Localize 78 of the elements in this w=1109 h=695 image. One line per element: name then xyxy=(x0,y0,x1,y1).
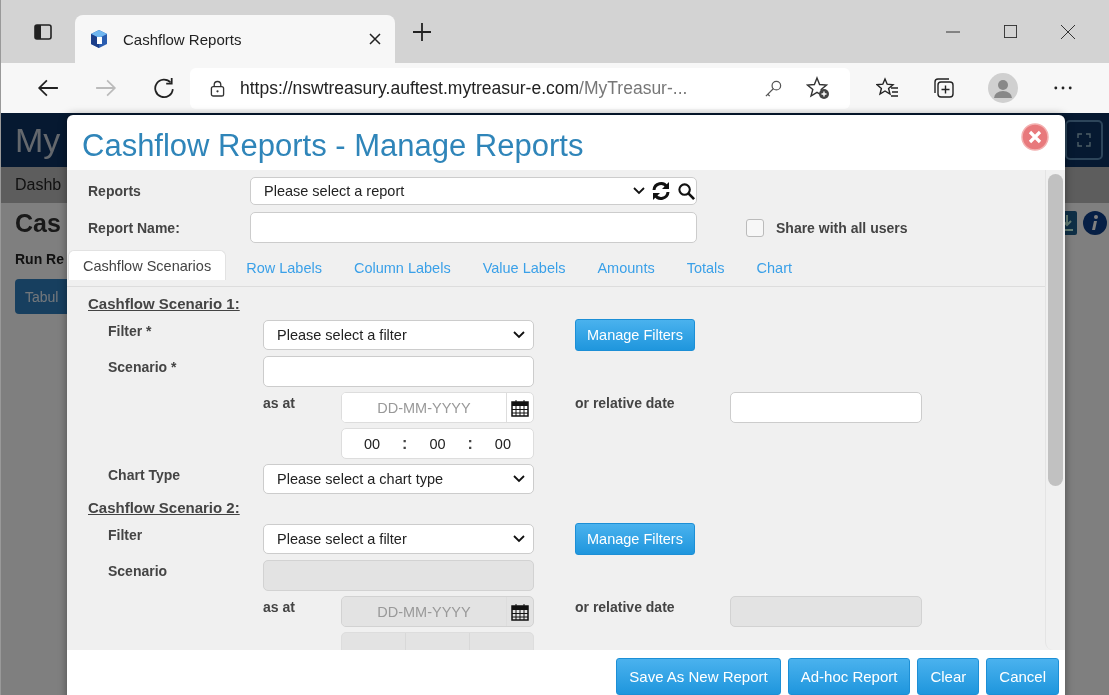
lock-icon[interactable] xyxy=(210,79,225,97)
nav-link[interactable]: Dashb xyxy=(15,176,62,194)
field-label: Filter xyxy=(108,526,144,543)
plus-icon[interactable] xyxy=(413,22,431,41)
expand-icon xyxy=(1077,133,1091,147)
time-field[interactable]: 00 : 00 : 00 xyxy=(341,428,534,459)
minimize-icon[interactable] xyxy=(946,30,960,33)
chart-type-select[interactable]: Please select a chart type xyxy=(263,464,534,494)
scrollbar-thumb[interactable] xyxy=(1048,174,1063,486)
browser-tab[interactable]: Cashflow Reports xyxy=(75,15,395,63)
report-select[interactable]: Please select a report xyxy=(250,177,697,205)
search-icon[interactable] xyxy=(677,181,696,201)
field-label: Scenario * xyxy=(108,358,178,375)
share-checkbox[interactable] xyxy=(746,218,764,237)
seconds-field[interactable]: 00 xyxy=(472,435,533,452)
field-label: Reports xyxy=(88,183,142,199)
filter-select[interactable]: Please select a filter xyxy=(263,524,534,554)
chevron-down-icon xyxy=(633,187,645,195)
date-field[interactable]: DD-MM-YYYY xyxy=(341,392,534,423)
refresh-icon[interactable] xyxy=(651,181,671,201)
star-plus-icon[interactable] xyxy=(806,76,830,100)
url-text: https://nswtreasury.auftest.mytreasur-e.com/MyTreasur-... xyxy=(240,77,689,99)
filter-select[interactable]: Please select a filter xyxy=(263,320,534,350)
field-label: Scenario xyxy=(108,562,169,579)
collections-icon[interactable] xyxy=(932,76,956,100)
tab[interactable]: Chart xyxy=(740,250,809,286)
address-field[interactable]: https://nswtreasury.auftest.mytreasur-e.com/MyTreasur-... xyxy=(190,67,850,109)
footer-button[interactable]: Cancel xyxy=(986,658,1059,695)
cube-icon xyxy=(89,29,109,49)
field-label: or relative date xyxy=(575,598,676,615)
maximize-icon[interactable] xyxy=(1004,25,1017,38)
checkbox-label: Share with all users xyxy=(776,219,908,236)
info-icon[interactable] xyxy=(1083,211,1107,235)
sidebar-icon[interactable] xyxy=(33,21,53,42)
tab[interactable]: Cashflow Scenarios xyxy=(68,250,227,280)
field-label: or relative date xyxy=(575,394,676,411)
field-label: as at xyxy=(263,394,296,411)
time-separator: : xyxy=(467,434,473,453)
forward-arrow-icon xyxy=(95,77,117,99)
key-icon[interactable] xyxy=(764,78,783,98)
favorites-icon[interactable] xyxy=(876,76,900,100)
chevron-down-icon xyxy=(513,475,525,483)
footer-button[interactable]: Clear xyxy=(917,658,980,695)
scrollbar[interactable] xyxy=(1045,170,1065,650)
tab[interactable]: Row Labels xyxy=(230,250,338,286)
refresh-icon[interactable] xyxy=(153,77,175,99)
brand-text: My xyxy=(15,120,61,160)
tab[interactable]: Value Labels xyxy=(466,250,582,286)
relative-date-field[interactable] xyxy=(730,392,922,423)
tab[interactable]: Totals xyxy=(670,250,741,286)
back-arrow-icon[interactable] xyxy=(37,77,59,99)
close-icon[interactable] xyxy=(1061,24,1075,39)
field-label: Chart Type xyxy=(108,466,182,483)
footer-button[interactable]: Save As New Report xyxy=(616,658,781,695)
manage-filters-button[interactable]: Manage Filters xyxy=(575,319,695,351)
time-separator: : xyxy=(402,434,408,453)
minutes-field[interactable]: 00 xyxy=(407,435,468,452)
field-label: as at xyxy=(263,598,296,615)
section-heading: Cashflow Scenario 2: xyxy=(88,499,241,516)
profile-avatar-icon[interactable] xyxy=(988,73,1018,103)
manage-filters-button[interactable]: Manage Filters xyxy=(575,523,695,555)
more-icon[interactable] xyxy=(1054,86,1072,90)
close-icon[interactable] xyxy=(369,33,381,45)
footer-button[interactable]: Ad-hoc Report xyxy=(787,658,911,695)
chevron-down-icon xyxy=(513,535,525,543)
hours-field[interactable]: 00 xyxy=(342,435,403,452)
field-label: Report Name: xyxy=(88,219,181,236)
field-label: Filter * xyxy=(108,322,153,339)
tab-title: Cashflow Reports xyxy=(123,30,243,48)
chevron-down-icon xyxy=(513,331,525,339)
tab[interactable]: Column Labels xyxy=(337,250,467,286)
calendar-icon[interactable] xyxy=(511,398,529,417)
tab[interactable]: Amounts xyxy=(581,250,671,286)
page-heading: Cas xyxy=(15,208,61,238)
scenario-field[interactable] xyxy=(263,356,534,387)
dialog-title: Cashflow Reports - Manage Reports xyxy=(82,128,584,165)
report-name-field[interactable] xyxy=(250,212,697,243)
section-label: Run Re xyxy=(15,251,64,267)
